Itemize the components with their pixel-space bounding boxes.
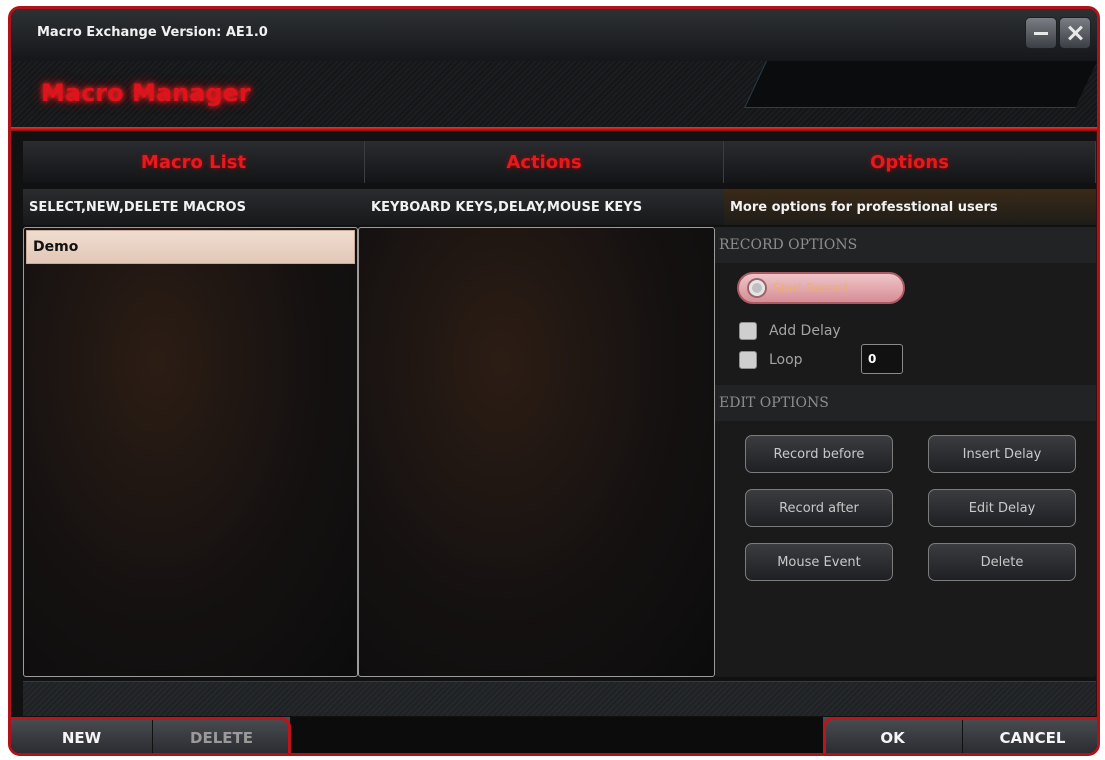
edit-delay-button[interactable]: Edit Delay — [928, 489, 1076, 527]
actions-header: Actions — [365, 141, 725, 183]
column-subheaders: SELECT,NEW,DELETE MACROS KEYBOARD KEYS,D… — [23, 189, 1096, 225]
header-decoration-panel — [744, 61, 1097, 108]
record-before-button[interactable]: Record before — [745, 435, 893, 473]
title-bar[interactable]: Macro Exchange Version: AE1.0 — [11, 9, 1097, 61]
macro-manager-window: Macro Exchange Version: AE1.0 Macro Mana… — [8, 6, 1100, 756]
close-icon[interactable] — [1059, 17, 1091, 49]
loop-label: Loop — [769, 352, 803, 368]
start-record-label: Start Record — [773, 281, 848, 295]
column-headers: Macro List Actions Options — [23, 141, 1096, 183]
delete-macro-button[interactable]: DELETE — [153, 717, 291, 753]
new-macro-button[interactable]: NEW — [11, 717, 153, 753]
window-title: Macro Exchange Version: AE1.0 — [37, 25, 268, 40]
app-header: Macro Manager — [11, 61, 1097, 131]
record-after-button[interactable]: Record after — [745, 489, 893, 527]
macro-list-panel[interactable]: Demo — [23, 227, 358, 677]
macro-list-header: Macro List — [23, 141, 366, 183]
actions-subheader: KEYBOARD KEYS,DELAY,MOUSE KEYS — [365, 189, 724, 225]
add-delay-checkbox[interactable] — [739, 322, 757, 340]
mouse-event-button[interactable]: Mouse Event — [745, 543, 893, 581]
loop-option[interactable]: Loop — [739, 351, 803, 369]
add-delay-option[interactable]: Add Delay — [739, 322, 841, 340]
record-icon — [749, 280, 765, 296]
actions-panel[interactable] — [358, 227, 715, 677]
delete-action-button[interactable]: Delete — [928, 543, 1076, 581]
macro-list-subheader: SELECT,NEW,DELETE MACROS — [23, 189, 365, 225]
loop-count-input[interactable]: 0 — [861, 344, 903, 374]
edit-options-heading: EDIT OPTIONS — [715, 385, 1096, 421]
macro-list-item[interactable]: Demo — [26, 230, 355, 264]
options-panel: RECORD OPTIONS Start Record Add Delay Lo… — [715, 227, 1096, 677]
minimize-icon[interactable] — [1025, 17, 1057, 49]
add-delay-label: Add Delay — [769, 323, 841, 339]
bottom-bar: NEW DELETE OK CANCEL — [11, 717, 1097, 753]
options-header: Options — [724, 141, 1096, 183]
loop-checkbox[interactable] — [739, 351, 757, 369]
insert-delay-button[interactable]: Insert Delay — [928, 435, 1076, 473]
cancel-button[interactable]: CANCEL — [963, 717, 1097, 753]
record-options-heading: RECORD OPTIONS — [715, 227, 1096, 263]
app-title: Macro Manager — [41, 79, 251, 107]
header-divider — [11, 127, 1097, 131]
ok-button[interactable]: OK — [823, 717, 963, 753]
start-record-button[interactable]: Start Record — [737, 272, 905, 304]
options-subheader: More options for professtional users — [724, 189, 1096, 225]
status-bar — [23, 681, 1096, 716]
